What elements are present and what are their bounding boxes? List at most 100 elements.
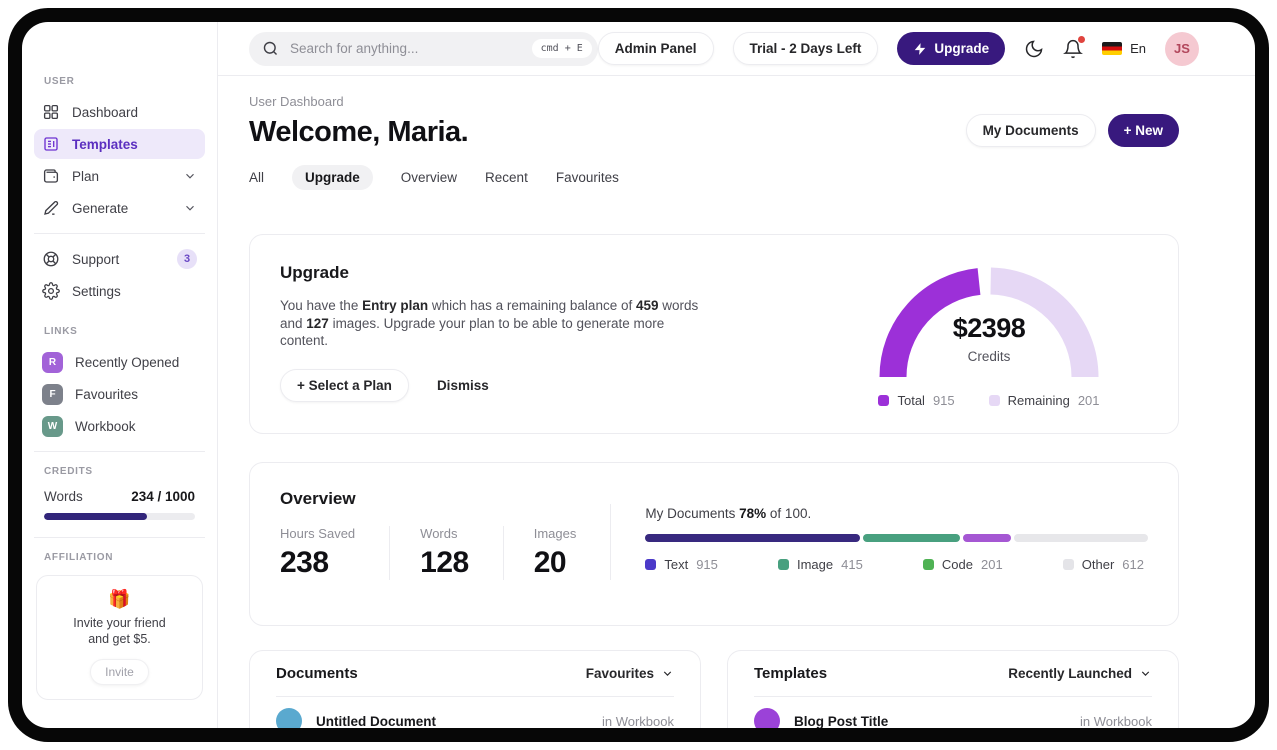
user-avatar[interactable]: JS (1165, 31, 1199, 66)
sidebar-link-favourites[interactable]: F Favourites (34, 379, 205, 409)
filter-label: Favourites (585, 666, 654, 681)
credits-gauge: $2398 Credits Total 915 Remaining 201 (864, 263, 1114, 408)
gauge-amount: $2398 (952, 313, 1026, 343)
pencil-icon (42, 199, 60, 217)
search-bar[interactable]: cmd + E (249, 31, 598, 66)
sidebar-link-recently-opened[interactable]: R Recently Opened (34, 347, 205, 377)
legend-value: 915 (932, 393, 955, 408)
stat-value: 128 (420, 546, 469, 579)
sidebar-item-settings[interactable]: Settings (34, 276, 205, 306)
topbar-actions: Admin Panel Trial - 2 Days Left Upgrade … (597, 31, 1199, 66)
link-avatar: R (42, 351, 63, 373)
lifebuoy-icon (42, 250, 60, 268)
stat-images: Images 20 (502, 526, 611, 580)
page-header: User Dashboard Welcome, Maria. My Docume… (249, 94, 1179, 150)
new-button[interactable]: + New (1107, 114, 1179, 147)
sidebar-section-affiliation: AFFILIATION (44, 552, 114, 563)
upgrade-card-title: Upgrade (280, 263, 349, 282)
wallet-icon (42, 167, 60, 185)
gift-icon: 🎁 (108, 589, 131, 609)
stacked-progress-bar (645, 534, 1148, 542)
upgrade-button[interactable]: Upgrade (897, 32, 1006, 65)
upgrade-button-label: Upgrade (934, 41, 990, 56)
tab-upgrade[interactable]: Upgrade (292, 164, 373, 190)
sidebar-item-templates[interactable]: Templates (34, 129, 205, 159)
bottom-cards-row: Documents Favourites Untitled Document i… (249, 650, 1179, 728)
documents-filter-dropdown[interactable]: Favourites (586, 666, 674, 681)
search-input[interactable] (288, 40, 523, 57)
upgrade-card-body: You have the Entry plan which has a rema… (280, 297, 710, 350)
overview-card: Overview Hours Saved 238 Words 128 Image… (249, 462, 1179, 626)
upgrade-card-left: Upgrade You have the Entry plan which ha… (280, 263, 710, 405)
template-avatar (754, 708, 780, 728)
sidebar-item-label: Dashboard (72, 104, 139, 120)
body-bold: 127 (306, 315, 329, 331)
stat-hours-saved: Hours Saved 238 (280, 526, 389, 580)
templates-card: Templates Recently Launched Blog Post Ti… (727, 650, 1179, 728)
select-plan-button[interactable]: + Select a Plan (280, 368, 409, 402)
upgrade-card-actions: + Select a Plan Dismiss (280, 368, 710, 402)
document-row[interactable]: Untitled Document in Workbook (276, 697, 674, 728)
bar-legend: Text 915 Image 415 Code 201 Other 612 (645, 557, 1148, 572)
template-location: in Workbook (1079, 713, 1152, 729)
tab-recent[interactable]: Recent (485, 165, 528, 190)
sidebar-item-generate[interactable]: Generate (34, 193, 205, 223)
legend-label: Text (664, 557, 689, 572)
templates-filter-dropdown[interactable]: Recently Launched (1008, 666, 1152, 681)
documents-card: Documents Favourites Untitled Document i… (249, 650, 701, 728)
sidebar-item-label: Workbook (75, 418, 136, 434)
notifications-bell-icon[interactable] (1063, 35, 1086, 59)
stat-words: Words 128 (389, 526, 503, 580)
gear-icon (42, 282, 60, 300)
template-row[interactable]: Blog Post Title in Workbook (754, 697, 1152, 728)
caption-bold: 78% (739, 506, 767, 521)
language-selector[interactable]: En (1102, 41, 1146, 56)
topbar: cmd + E Admin Panel Trial - 2 Days Left … (218, 22, 1255, 76)
trial-status-pill[interactable]: Trial - 2 Days Left (732, 32, 879, 65)
legend-value: 612 (1122, 557, 1144, 572)
sidebar-item-support[interactable]: Support 3 (34, 244, 205, 274)
overview-stats: Hours Saved 238 Words 128 Images 20 (280, 526, 610, 580)
sidebar-link-workbook[interactable]: W Workbook (34, 411, 205, 441)
dashboard-grid-icon (42, 103, 60, 121)
caption-text: My Documents (645, 506, 740, 521)
sidebar-item-plan[interactable]: Plan (34, 161, 205, 191)
language-label: En (1130, 41, 1146, 56)
legend-swatch (645, 559, 657, 570)
invite-button[interactable]: Invite (90, 659, 149, 685)
legend-swatch (1062, 559, 1074, 570)
semicircle-donut-chart: $2398 Credits (877, 265, 1101, 383)
stat-label: Words (420, 526, 458, 541)
german-flag-icon (1102, 42, 1123, 55)
sidebar-item-label: Settings (72, 283, 121, 299)
link-avatar: W (42, 415, 63, 437)
caption-text: of 100. (766, 506, 812, 521)
legend-label: Remaining (1007, 393, 1070, 408)
gauge-label: Credits (967, 349, 1011, 364)
stat-label: Images (533, 526, 577, 541)
sidebar-item-dashboard[interactable]: Dashboard (34, 97, 205, 127)
admin-panel-button[interactable]: Admin Panel (597, 32, 714, 65)
sidebar: USER Dashboard Templates Plan Generate S… (22, 22, 218, 728)
legend-swatch (922, 559, 934, 570)
tab-all[interactable]: All (249, 165, 264, 190)
templates-card-title: Templates (754, 665, 828, 682)
documents-progress-section: My Documents 78% of 100. Text 915 Image … (610, 504, 1148, 580)
support-count-badge: 3 (177, 249, 197, 269)
legend-label: Other (1081, 557, 1115, 572)
legend-label: Image (796, 557, 834, 572)
lightning-icon (915, 42, 926, 55)
my-documents-button[interactable]: My Documents (965, 114, 1096, 147)
progress-caption: My Documents 78% of 100. (645, 506, 1148, 521)
sidebar-section-links: LINKS (44, 326, 78, 337)
legend-label: Code (941, 557, 973, 572)
gauge-legend: Total 915 Remaining 201 (864, 393, 1114, 408)
dismiss-button[interactable]: Dismiss (437, 378, 489, 393)
chevron-down-icon (183, 169, 197, 183)
tab-bar: All Upgrade Overview Recent Favourites (249, 164, 1179, 190)
tab-overview[interactable]: Overview (401, 165, 457, 190)
dark-mode-moon-icon[interactable] (1024, 39, 1044, 59)
chevron-down-icon (663, 671, 672, 676)
tab-favourites[interactable]: Favourites (556, 165, 619, 190)
search-icon (262, 40, 279, 57)
